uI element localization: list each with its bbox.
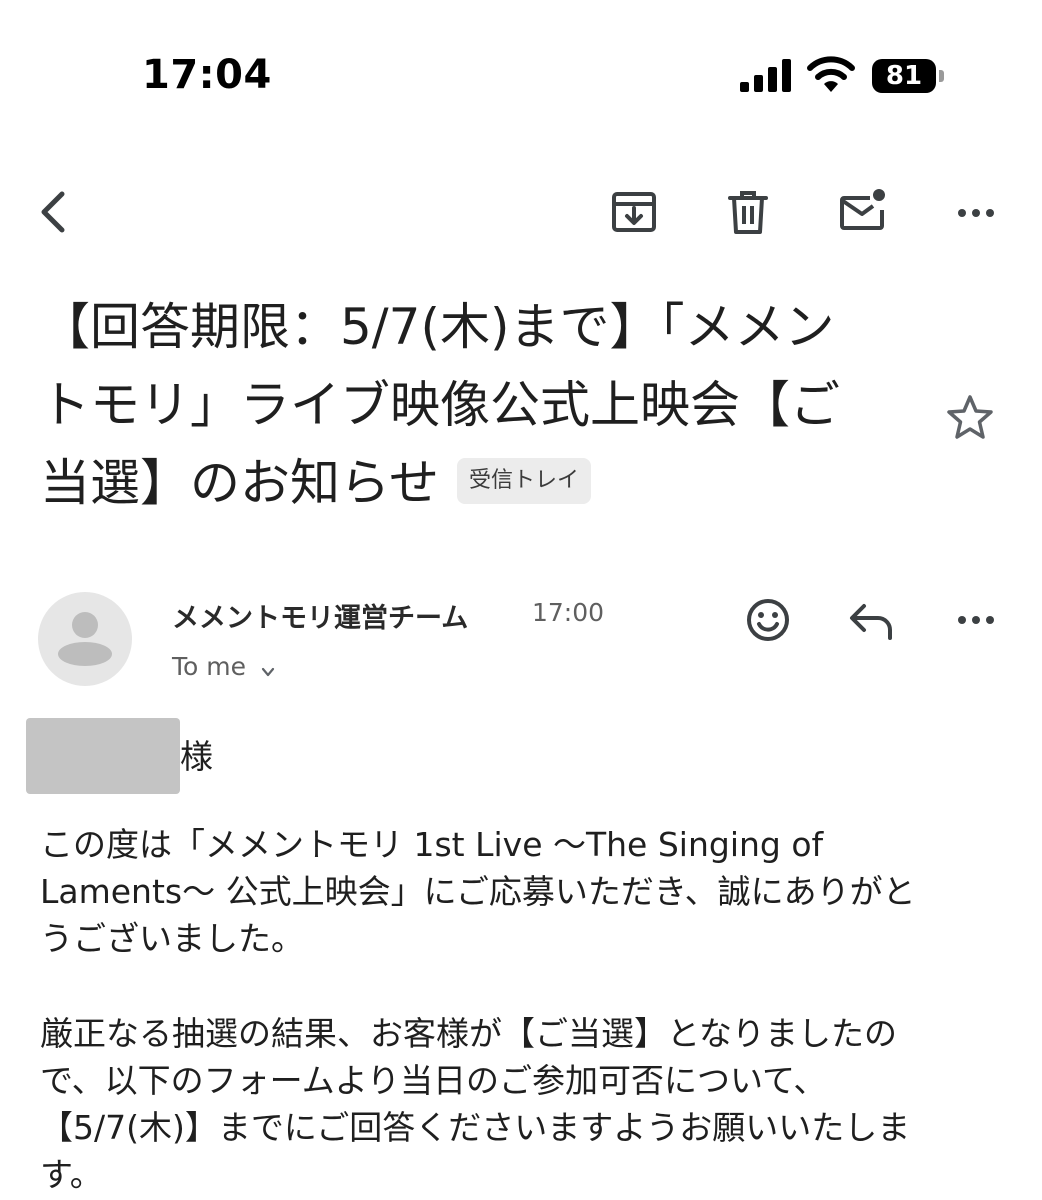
body-paragraph-1: この度は「メメントモリ 1st Live 〜The Singing of Lam…: [40, 821, 916, 962]
redacted-recipient-name: [26, 718, 180, 794]
body-line: この度は「メメントモリ 1st Live 〜The Singing of: [40, 825, 824, 864]
chevron-down-icon: [260, 657, 276, 677]
salutation-suffix: 様: [180, 737, 213, 776]
inbox-label-chip[interactable]: 受信トレイ: [457, 457, 592, 504]
wifi-icon: [806, 56, 856, 94]
avatar[interactable]: [38, 592, 132, 686]
battery-level: 81: [872, 59, 936, 93]
battery-icon: 81: [872, 59, 950, 95]
subject-line: 【回答期限：5/7(木)まで】「メメン: [40, 298, 835, 356]
reply-icon[interactable]: [846, 594, 898, 646]
back-icon[interactable]: [28, 186, 80, 238]
emoji-reaction-icon[interactable]: [742, 594, 794, 646]
more-icon[interactable]: [950, 594, 1002, 646]
body-line: す。: [40, 1155, 103, 1194]
body-line: で、以下のフォームより当日のご参加可否について、: [40, 1061, 827, 1100]
more-icon[interactable]: [950, 186, 1002, 238]
email-subject: 【回答期限：5/7(木)まで】「メメン トモリ」ライブ映像公式上映会【ご 当選】…: [40, 288, 900, 522]
star-icon[interactable]: [944, 392, 996, 444]
body-paragraph-2: 厳正なる抽選の結果、お客様が【ご当選】となりましたの で、以下のフォームより当日…: [40, 1010, 910, 1198]
sender-name: メメントモリ運営チーム: [172, 603, 469, 634]
body-line: Laments〜 公式上映会」にご応募いただき、誠にありがと: [40, 872, 916, 911]
body-line: うございました。: [40, 919, 304, 958]
archive-icon[interactable]: [608, 186, 660, 238]
subject-line: 当選】のお知らせ: [40, 454, 439, 512]
recipient-details-toggle[interactable]: To me: [172, 652, 276, 681]
recipient-label: To me: [172, 652, 246, 681]
subject-line: トモリ」ライブ映像公式上映会【ご: [40, 376, 840, 434]
body-line: 【5/7(木)】までにご回答くださいますようお願いいたしま: [40, 1108, 911, 1147]
mark-unread-icon[interactable]: [836, 186, 888, 238]
sent-time: 17:00: [532, 598, 605, 627]
status-time: 17:04: [142, 52, 272, 98]
cellular-signal-icon: [738, 58, 794, 92]
delete-icon[interactable]: [722, 186, 774, 238]
body-line: 厳正なる抽選の結果、お客様が【ご当選】となりましたの: [40, 1014, 898, 1053]
